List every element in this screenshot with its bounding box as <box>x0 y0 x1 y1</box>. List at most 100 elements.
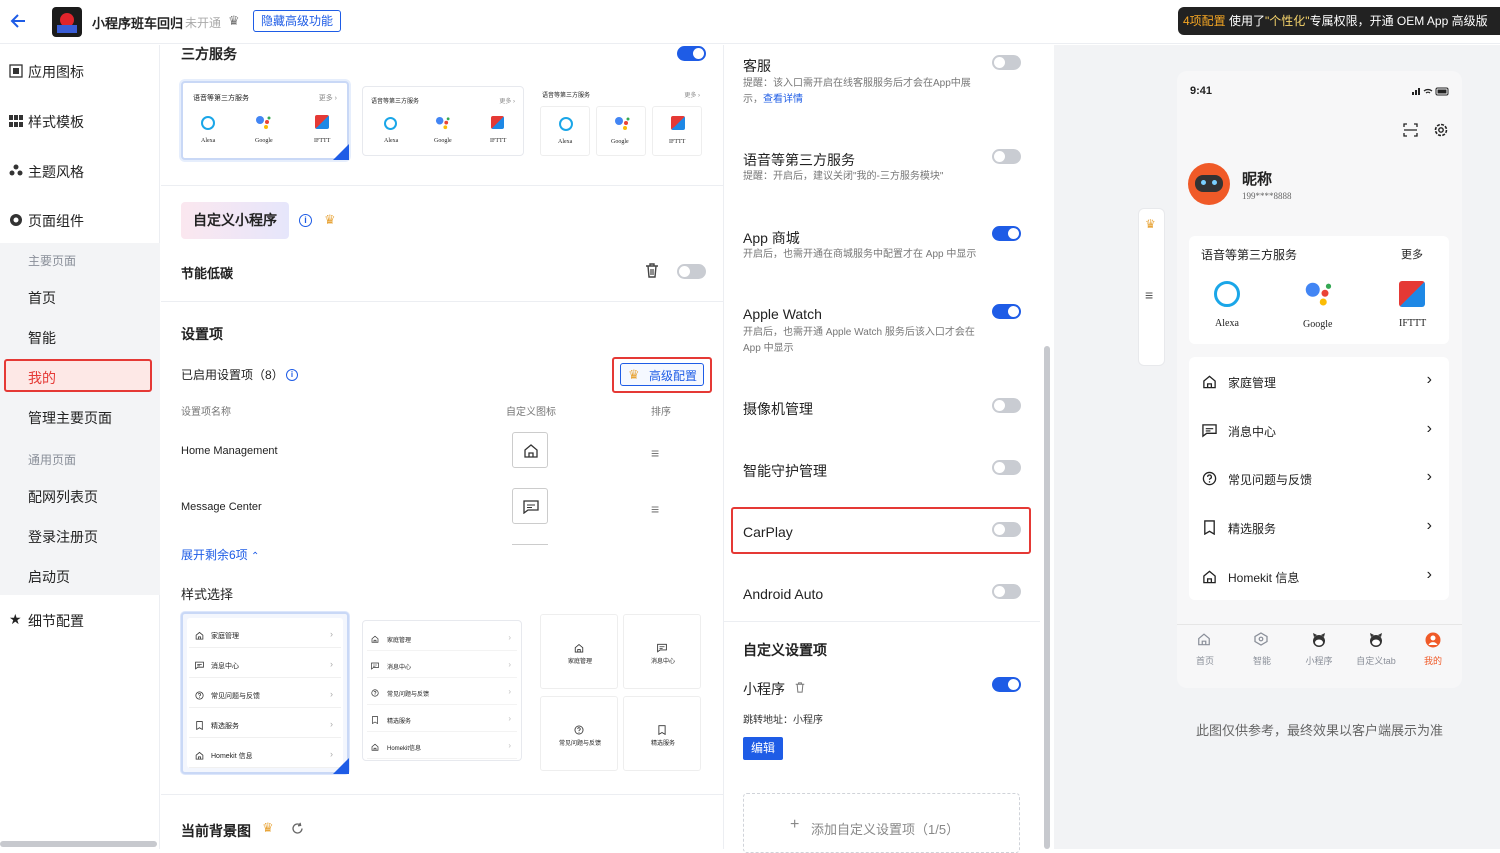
android-auto-toggle[interactable] <box>992 584 1021 599</box>
sidebar-item-manage-main[interactable]: 管理主要页面 <box>28 408 112 428</box>
help-icon <box>1202 471 1217 486</box>
sidebar-item-page-components[interactable]: 页面组件 <box>0 211 160 231</box>
sidebar-label: 应用图标 <box>28 64 84 80</box>
google-label: Google <box>434 138 452 144</box>
sidebar-item-theme-style[interactable]: 主题风格 <box>0 162 160 182</box>
service-tile-google: Google <box>596 106 646 156</box>
carplay-toggle[interactable] <box>992 522 1021 537</box>
trash-icon[interactable] <box>645 263 659 278</box>
app-name: 小程序班车回归 <box>92 16 184 31</box>
sidebar-item-style-template[interactable]: 样式模板 <box>0 112 160 132</box>
upgrade-banner[interactable]: 4项配置 使用了"个性化"专属权限，开通 OEM App 高级版 <box>1178 7 1500 35</box>
custom-icon-slot[interactable] <box>512 488 548 524</box>
style-grid-cell: 消息中心 <box>623 614 701 689</box>
info-icon[interactable]: i <box>286 369 298 381</box>
middle-scrollbar[interactable] <box>1044 346 1050 849</box>
carplay-title: CarPlay <box>743 524 793 540</box>
sidebar-item-launch[interactable]: 启动页 <box>28 567 70 587</box>
sidebar-scrollbar[interactable] <box>0 841 157 847</box>
crown-icon[interactable]: ♛ <box>1145 217 1156 231</box>
camera-toggle[interactable] <box>992 398 1021 413</box>
energy-saving-toggle[interactable] <box>677 264 706 279</box>
chevron-right-icon: › <box>1426 517 1432 535</box>
style-preview-row: 精选服务 › <box>367 712 517 732</box>
style-row-label: 精选服务 <box>211 723 239 730</box>
col-header-name: 设置项名称 <box>181 407 231 418</box>
hide-advanced-button[interactable]: 隐藏高级功能 <box>253 10 342 32</box>
style-card-list-b[interactable]: 家庭管理 › 消息中心 › 常见问题与反馈 › 精选服务 › Homekit信息 › <box>362 620 522 761</box>
sidebar-item-home[interactable]: 首页 <box>28 288 56 308</box>
service-style-card-2[interactable]: 语音等第三方服务 更多 › Alexa Google IFTTT <box>362 86 524 156</box>
tab-3[interactable]: 小程序 <box>1289 632 1349 668</box>
refresh-icon[interactable] <box>291 822 304 835</box>
expand-more-link[interactable]: 展开剩余6项 ⌃ <box>181 546 259 563</box>
view-detail-link[interactable]: 查看详情 <box>763 94 803 105</box>
homekit-icon <box>371 743 379 751</box>
status-label: 未开通 <box>185 16 222 30</box>
style-preview-row: Homekit信息 › <box>367 739 517 759</box>
alexa-icon <box>201 116 215 130</box>
advanced-config-button[interactable]: ♛ 高级配置 <box>620 363 704 386</box>
alexa-icon[interactable] <box>1214 281 1240 307</box>
app-store-toggle[interactable] <box>992 226 1021 241</box>
customer-service-toggle[interactable] <box>992 55 1021 70</box>
sidebar-item-app-icon[interactable]: 应用图标 <box>0 62 160 82</box>
style-grid-label: 精选服务 <box>650 741 675 747</box>
google-assistant-icon[interactable] <box>1303 281 1333 309</box>
settings-gear-icon[interactable] <box>1433 122 1449 138</box>
style-preview-row: 常见问题与反馈 › <box>189 686 341 708</box>
menu-icon[interactable]: ≡ <box>1145 287 1153 303</box>
phone-menu-row[interactable]: 常见问题与反馈 › <box>1200 468 1440 489</box>
phone-menu-row[interactable]: 家庭管理 › <box>1200 371 1440 392</box>
tab-4[interactable]: 自定义tab <box>1346 632 1406 668</box>
drag-handle-icon[interactable]: ≡ <box>651 501 659 517</box>
apple-watch-toggle[interactable] <box>992 304 1021 319</box>
sidebar-item-detail-config[interactable]: ★ 细节配置 <box>0 611 160 631</box>
add-custom-setting-button[interactable]: + 添加自定义设置项（1/5） <box>743 793 1020 853</box>
sidebar-label: 样式模板 <box>28 114 84 130</box>
drag-handle-icon[interactable]: ≡ <box>651 445 659 461</box>
sidebar-item-login[interactable]: 登录注册页 <box>28 527 98 547</box>
style-card-grid[interactable]: 家庭管理 消息中心 常见问题与反馈 精选服务 <box>540 614 704 772</box>
camera-title: 摄像机管理 <box>743 401 813 417</box>
chevron-right-icon: › <box>508 687 511 696</box>
style-row-label: 常见问题与反馈 <box>387 692 430 698</box>
avatar[interactable] <box>1188 163 1230 205</box>
scan-icon[interactable] <box>1403 123 1418 137</box>
trash-icon[interactable] <box>795 682 805 693</box>
tab-2[interactable]: 智能 <box>1232 632 1292 668</box>
voice-service-toggle[interactable] <box>992 149 1021 164</box>
style-preview-row: 精选服务 › <box>189 716 341 738</box>
phone-card-more[interactable]: 更多 <box>1401 246 1423 262</box>
phone-menu-row[interactable]: 消息中心 › <box>1200 420 1440 441</box>
alexa-icon <box>384 117 397 130</box>
home-icon <box>1202 374 1217 389</box>
phone-menu-row[interactable]: Homekit 信息 › <box>1200 566 1440 587</box>
guardian-toggle[interactable] <box>992 460 1021 475</box>
service-style-card-1[interactable]: 语音等第三方服务 更多 › Alexa Google IFTTT <box>181 81 349 160</box>
back-arrow-icon[interactable] <box>8 11 28 31</box>
card-more-label: 更多 <box>499 99 512 105</box>
sidebar-item-smart[interactable]: 智能 <box>28 328 56 348</box>
ifttt-icon[interactable] <box>1399 281 1425 307</box>
style-row-label: 消息中心 <box>211 663 239 670</box>
sidebar-item-network-list[interactable]: 配网列表页 <box>28 487 98 507</box>
phone-menu-row[interactable]: 精选服务 › <box>1200 517 1440 538</box>
mini-program-tag[interactable]: 自定义小程序 <box>181 202 289 239</box>
tab-1[interactable]: 首页 <box>1175 632 1235 668</box>
tab-5[interactable]: 我的 <box>1403 632 1463 668</box>
third-party-toggle[interactable] <box>677 46 706 61</box>
custom-icon-slot[interactable] <box>512 432 548 468</box>
sidebar-item-mine[interactable]: 我的 <box>4 359 152 392</box>
mini-program-toggle[interactable] <box>992 677 1021 692</box>
edit-button[interactable]: 编辑 <box>743 737 783 760</box>
home-tab-icon <box>1197 632 1213 648</box>
crown-icon: ♛ <box>262 820 274 835</box>
google-label: Google <box>611 139 629 145</box>
style-card-list-a[interactable]: 家庭管理 › 消息中心 › 常见问题与反馈 › 精选服务 › Homekit 信息 › <box>181 612 349 774</box>
divider <box>161 301 723 302</box>
info-icon[interactable]: i <box>299 214 312 227</box>
chevron-right-icon: › <box>330 689 333 699</box>
bookmark-icon <box>195 721 204 730</box>
service-style-card-3[interactable]: 语音等第三方服务 更多 › Alexa Google IFTTT <box>538 82 704 158</box>
